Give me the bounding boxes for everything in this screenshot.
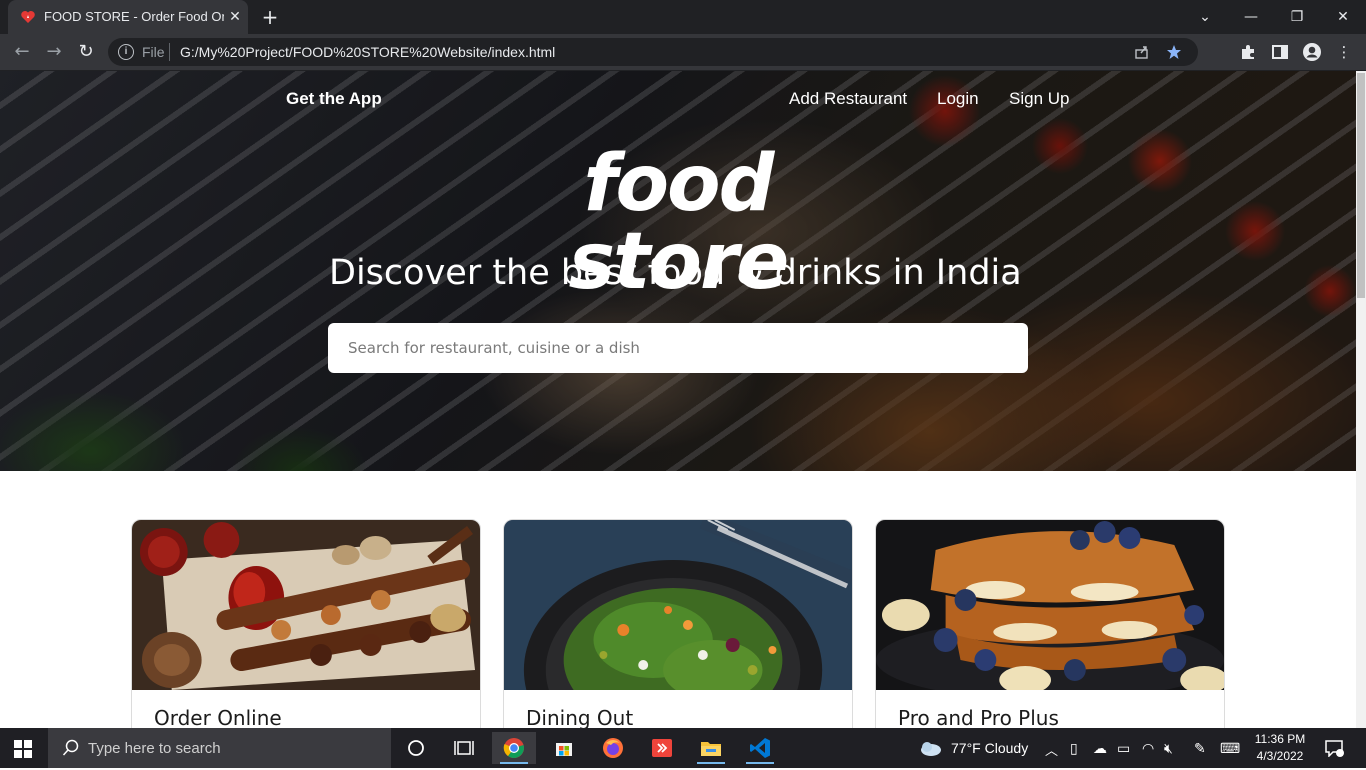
system-clock[interactable]: 11:36 PM 4/3/2022 bbox=[1254, 731, 1306, 765]
microsoft-store-icon[interactable] bbox=[542, 732, 586, 764]
tab-search-chevron-icon[interactable]: ⌄ bbox=[1192, 4, 1218, 30]
active-app-indicator bbox=[500, 762, 528, 764]
running-app-indicator bbox=[746, 762, 774, 764]
browser-tab-bar: FOOD STORE - Order Food Onlin ✕ + ⌄ — ❐ … bbox=[0, 0, 1366, 34]
cortana-icon[interactable] bbox=[394, 732, 438, 764]
scrollbar-thumb[interactable] bbox=[1357, 73, 1365, 298]
restaurant-search-input[interactable] bbox=[328, 323, 1028, 373]
file-explorer-icon[interactable] bbox=[689, 732, 733, 764]
extensions-puzzle-icon[interactable] bbox=[1239, 43, 1257, 61]
forward-arrow-icon[interactable]: → bbox=[42, 40, 66, 64]
battery-icon[interactable]: ▭ bbox=[1117, 740, 1130, 757]
notifications-icon[interactable] bbox=[1324, 739, 1344, 757]
page-viewport: Get the App Add Restaurant Login Sign Up… bbox=[0, 71, 1356, 728]
onedrive-cloud-icon[interactable]: ☁ bbox=[1093, 740, 1107, 757]
order-online-image bbox=[132, 520, 480, 690]
address-divider bbox=[169, 43, 170, 61]
anydesk-icon[interactable] bbox=[640, 732, 684, 764]
keyboard-icon[interactable]: ⌨ bbox=[1220, 740, 1240, 757]
wifi-icon[interactable]: ◠ bbox=[1142, 740, 1154, 757]
taskbar-search-placeholder: Type here to search bbox=[88, 740, 221, 757]
task-view-icon[interactable] bbox=[442, 732, 486, 764]
card-label: Dining Out bbox=[526, 706, 634, 728]
url-text[interactable]: G:/My%20Project/FOOD%20STORE%20Website/i… bbox=[180, 44, 555, 60]
meet-now-icon[interactable]: ▯ bbox=[1070, 740, 1078, 757]
restore-icon[interactable]: ❐ bbox=[1284, 4, 1310, 30]
running-app-indicator bbox=[697, 762, 725, 764]
share-icon[interactable] bbox=[1134, 44, 1150, 60]
tray-overflow-chevron-icon[interactable]: ︿ bbox=[1045, 740, 1058, 759]
reload-icon[interactable]: ↻ bbox=[74, 40, 98, 64]
heart-favicon-icon bbox=[21, 11, 35, 23]
window-close-icon[interactable]: ✕ bbox=[1330, 4, 1356, 30]
chrome-taskbar-icon[interactable] bbox=[492, 732, 536, 764]
get-the-app-link[interactable]: Get the App bbox=[286, 89, 382, 109]
cloud-weather-icon[interactable] bbox=[918, 739, 942, 757]
volume-muted-icon[interactable]: 🔇︎ bbox=[1164, 740, 1173, 757]
search-icon bbox=[62, 739, 79, 756]
browser-toolbar: ← → ↻ i File G:/My%20Project/FOOD%20STOR… bbox=[0, 34, 1366, 71]
back-arrow-icon[interactable]: ← bbox=[10, 40, 34, 64]
card-label: Order Online bbox=[154, 706, 282, 728]
vscode-icon[interactable] bbox=[738, 732, 782, 764]
address-bar[interactable]: i File G:/My%20Project/FOOD%20STORE%20We… bbox=[108, 38, 1198, 66]
add-restaurant-link[interactable]: Add Restaurant bbox=[789, 89, 907, 109]
menu-kebab-icon[interactable]: ⋮ bbox=[1334, 42, 1354, 62]
minimize-icon[interactable]: — bbox=[1238, 4, 1264, 30]
pro-plus-card[interactable]: Pro and Pro Plus bbox=[875, 519, 1225, 728]
clock-time: 11:36 PM bbox=[1254, 732, 1306, 746]
weather-text[interactable]: 77°F Cloudy bbox=[951, 740, 1028, 756]
card-label: Pro and Pro Plus bbox=[898, 706, 1059, 728]
url-scheme-label: File bbox=[142, 44, 165, 60]
page-scrollbar[interactable] bbox=[1356, 71, 1366, 728]
windows-start-icon[interactable] bbox=[14, 740, 32, 758]
windows-taskbar: Type here to search 77°F Cloudy ︿ ▯ ☁ ▭ … bbox=[0, 728, 1366, 768]
hero-tagline: Discover the best food & drinks in India bbox=[329, 253, 1022, 293]
taskbar-search-box[interactable]: Type here to search bbox=[48, 728, 391, 768]
tab-title: FOOD STORE - Order Food Onlin bbox=[44, 9, 224, 24]
hero-banner: Get the App Add Restaurant Login Sign Up… bbox=[0, 71, 1356, 471]
signup-link[interactable]: Sign Up bbox=[1009, 89, 1069, 109]
tab-close-icon[interactable]: ✕ bbox=[226, 8, 244, 26]
pen-workspace-icon[interactable]: ✎ bbox=[1194, 740, 1206, 757]
dining-out-card[interactable]: Dining Out bbox=[503, 519, 853, 728]
new-tab-icon[interactable]: + bbox=[260, 7, 280, 27]
firefox-icon[interactable] bbox=[591, 732, 635, 764]
clock-date: 4/3/2022 bbox=[1256, 749, 1304, 763]
login-link[interactable]: Login bbox=[937, 89, 979, 109]
profile-avatar-icon[interactable] bbox=[1302, 42, 1322, 62]
bookmark-star-icon[interactable] bbox=[1166, 44, 1182, 60]
browser-tab[interactable]: FOOD STORE - Order Food Onlin ✕ bbox=[8, 0, 248, 34]
side-panel-icon[interactable] bbox=[1271, 43, 1289, 61]
site-info-icon[interactable]: i bbox=[118, 44, 134, 60]
order-online-card[interactable]: Order Online bbox=[131, 519, 481, 728]
pro-plus-image bbox=[876, 520, 1224, 690]
dining-out-image bbox=[504, 520, 852, 690]
